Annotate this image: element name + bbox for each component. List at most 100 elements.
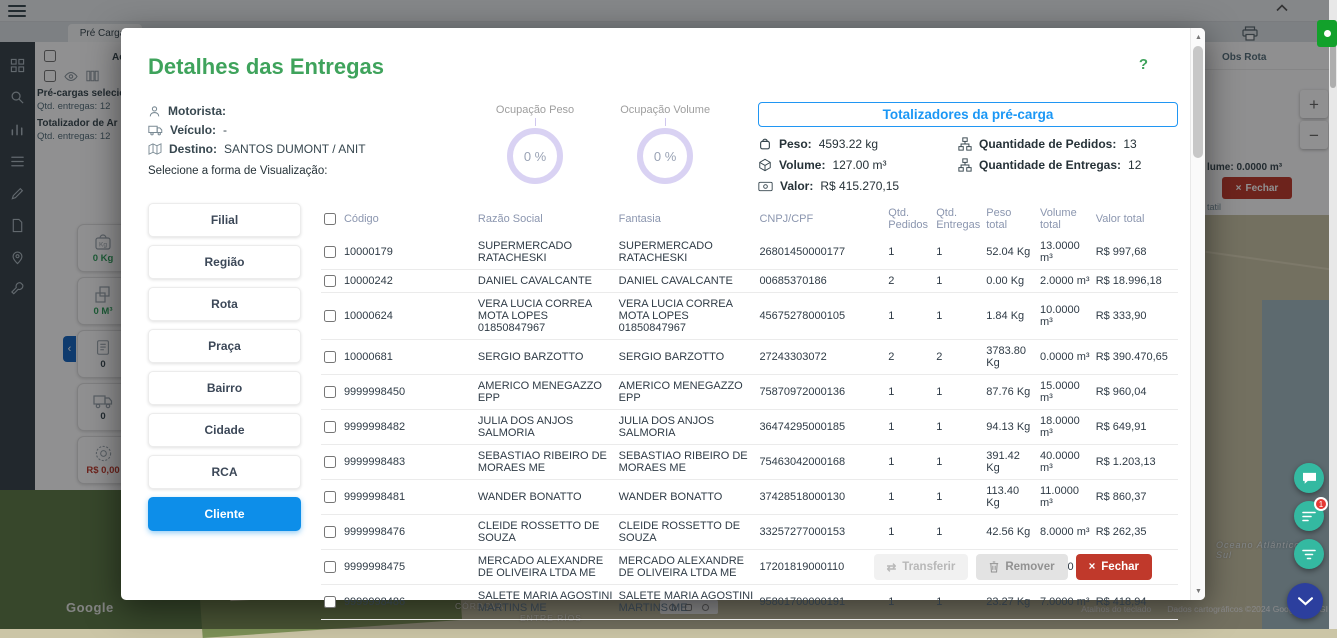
cell-razao-social: MERCADO ALEXANDRE DE OLIVEIRA LTDA ME bbox=[475, 550, 616, 585]
column-header: Volume total bbox=[1037, 203, 1093, 235]
cell-razao-social: SERGIO BARZOTTO bbox=[475, 340, 616, 375]
deliveries-count-stat: Quantidade de Entregas: 12 bbox=[958, 158, 1141, 172]
route-info: Motorista: Veículo: - Destino: SANTOS DU… bbox=[148, 94, 448, 193]
cell-cnpj-cpf: 37428518000130 bbox=[756, 480, 885, 515]
cell-fantasia: SEBASTIAO RIBEIRO DE MORAES ME bbox=[616, 445, 757, 480]
table-row[interactable]: 9999998483 SEBASTIAO RIBEIRO DE MORAES M… bbox=[321, 445, 1178, 480]
total-volume-stat: Volume: 127.00 m³ bbox=[758, 158, 958, 172]
select-all-checkbox[interactable] bbox=[324, 213, 336, 225]
cell-valor-total: R$ 1.203,13 bbox=[1093, 445, 1178, 480]
table-row[interactable]: 9999998476 CLEIDE ROSSETTO DE SOUZA CLEI… bbox=[321, 515, 1178, 550]
vehicle-label: Veículo: bbox=[170, 123, 216, 137]
gauge-ring: 0 % bbox=[637, 128, 693, 184]
cell-cnpj-cpf: 45675278000105 bbox=[756, 293, 885, 340]
cell-qtd-entregas: 1 bbox=[933, 515, 983, 550]
scroll-down-fab-button[interactable] bbox=[1287, 583, 1323, 619]
filter-fab-button[interactable] bbox=[1294, 539, 1324, 569]
view-mode-button[interactable]: Região bbox=[148, 245, 301, 279]
view-mode-button[interactable]: Praça bbox=[148, 329, 301, 363]
cell-razao-social: WANDER BONATTO bbox=[475, 480, 616, 515]
cell-razao-social: DANIEL CAVALCANTE bbox=[475, 270, 616, 293]
row-checkbox[interactable] bbox=[324, 491, 336, 503]
table-row[interactable]: 10000179 SUPERMERCADO RATACHESKI SUPERME… bbox=[321, 235, 1178, 270]
modal-title: Detalhes das Entregas bbox=[148, 54, 1178, 80]
cell-volume-total: 13.0000 m³ bbox=[1037, 235, 1093, 270]
page-scrollbar[interactable] bbox=[1329, 0, 1337, 629]
cell-fantasia: SERGIO BARZOTTO bbox=[616, 340, 757, 375]
scrollbar-thumb[interactable] bbox=[1193, 46, 1203, 158]
cell-razao-social: SALETE MARIA AGOSTINI MARTINS ME bbox=[475, 585, 616, 620]
row-checkbox[interactable] bbox=[324, 310, 336, 322]
table-row[interactable]: 9999998486 SALETE MARIA AGOSTINI MARTINS… bbox=[321, 585, 1178, 620]
scroll-up-arrow[interactable]: ▲ bbox=[1191, 30, 1206, 44]
cell-razao-social: VERA LUCIA CORREA MOTA LOPES 01850847967 bbox=[475, 293, 616, 340]
table-row[interactable]: 9999998481 WANDER BONATTO WANDER BONATTO… bbox=[321, 480, 1178, 515]
cell-volume-total: 40.0000 m³ bbox=[1037, 445, 1093, 480]
table-row[interactable]: 10000242 DANIEL CAVALCANTE DANIEL CAVALC… bbox=[321, 270, 1178, 293]
occupancy-gauge: Ocupação Peso 0 % bbox=[496, 104, 574, 193]
cell-cnpj-cpf: 33257277000153 bbox=[756, 515, 885, 550]
cell-razao-social: SUPERMERCADO RATACHESKI bbox=[475, 235, 616, 270]
cell-volume-total: 7.0000 m³ bbox=[1037, 585, 1093, 620]
cell-razao-social: SEBASTIAO RIBEIRO DE MORAES ME bbox=[475, 445, 616, 480]
occupancy-gauges: Ocupação Peso 0 % Ocupação Volume 0 % bbox=[448, 94, 758, 193]
cell-valor-total: R$ 390.470,65 bbox=[1093, 340, 1178, 375]
column-header: Valor total bbox=[1093, 203, 1178, 235]
visualization-hint: Selecione a forma de Visualização: bbox=[148, 165, 448, 177]
chat-fab-button[interactable] bbox=[1294, 463, 1324, 493]
cell-codigo: 10000681 bbox=[341, 340, 475, 375]
view-mode-button[interactable]: Cliente bbox=[148, 497, 301, 531]
table-row[interactable]: 10000681 SERGIO BARZOTTO SERGIO BARZOTTO… bbox=[321, 340, 1178, 375]
row-checkbox[interactable] bbox=[324, 526, 336, 538]
cell-fantasia: VERA LUCIA CORREA MOTA LOPES 01850847967 bbox=[616, 293, 757, 340]
cell-qtd-pedidos: 1 bbox=[885, 515, 933, 550]
view-mode-button[interactable]: Filial bbox=[148, 203, 301, 237]
total-value-stat: Valor: R$ 415.270,15 bbox=[758, 179, 958, 193]
gauge-tick bbox=[665, 118, 666, 126]
transfer-button[interactable]: ⇄ Transferir bbox=[874, 554, 969, 580]
cell-qtd-entregas: 1 bbox=[933, 445, 983, 480]
view-mode-button[interactable]: RCA bbox=[148, 455, 301, 489]
route-list-fab-button[interactable]: 1 bbox=[1294, 501, 1324, 531]
green-side-badge[interactable] bbox=[1317, 20, 1337, 47]
table-row[interactable]: 10000624 VERA LUCIA CORREA MOTA LOPES 01… bbox=[321, 293, 1178, 340]
row-checkbox[interactable] bbox=[324, 421, 336, 433]
row-checkbox[interactable] bbox=[324, 351, 336, 363]
row-checkbox[interactable] bbox=[324, 561, 336, 573]
cell-fantasia: CLEIDE ROSSETTO DE SOUZA bbox=[616, 515, 757, 550]
cell-volume-total: 11.0000 m³ bbox=[1037, 480, 1093, 515]
table-row[interactable]: 9999998450 AMERICO MENEGAZZO EPP AMERICO… bbox=[321, 375, 1178, 410]
cell-fantasia: MERCADO ALEXANDRE DE OLIVEIRA LTDA ME bbox=[616, 550, 757, 585]
cell-peso-total: 23.27 Kg bbox=[983, 585, 1037, 620]
view-mode-button[interactable]: Rota bbox=[148, 287, 301, 321]
row-checkbox[interactable] bbox=[324, 275, 336, 287]
cell-cnpj-cpf: 27243303072 bbox=[756, 340, 885, 375]
row-checkbox[interactable] bbox=[324, 596, 336, 608]
close-button[interactable]: × Fechar bbox=[1076, 554, 1152, 580]
table-row[interactable]: 9999998482 JULIA DOS ANJOS SALMORIA JULI… bbox=[321, 410, 1178, 445]
view-mode-button[interactable]: Cidade bbox=[148, 413, 301, 447]
cell-peso-total: 3783.80 Kg bbox=[983, 340, 1037, 375]
row-checkbox[interactable] bbox=[324, 456, 336, 468]
column-header: Qtd. Pedidos bbox=[885, 203, 933, 235]
row-checkbox[interactable] bbox=[324, 246, 336, 258]
cell-cnpj-cpf: 26801450000177 bbox=[756, 235, 885, 270]
cell-volume-total: 18.0000 m³ bbox=[1037, 410, 1093, 445]
view-mode-button[interactable]: Bairro bbox=[148, 371, 301, 405]
cell-fantasia: SUPERMERCADO RATACHESKI bbox=[616, 235, 757, 270]
column-header: CNPJ/CPF bbox=[756, 203, 885, 235]
modal-scrollbar[interactable]: ▲ ▼ bbox=[1190, 28, 1205, 600]
notification-badge: 1 bbox=[1314, 497, 1328, 511]
cell-valor-total: R$ 418,94 bbox=[1093, 585, 1178, 620]
remove-button[interactable]: Remover bbox=[976, 554, 1067, 580]
weight-icon bbox=[758, 137, 772, 151]
cell-volume-total: 15.0000 m³ bbox=[1037, 375, 1093, 410]
help-button[interactable]: ? bbox=[1139, 56, 1148, 73]
cell-codigo: 10000242 bbox=[341, 270, 475, 293]
cell-fantasia: AMERICO MENEGAZZO EPP bbox=[616, 375, 757, 410]
orders-count-stat: Quantidade de Pedidos: 13 bbox=[958, 137, 1141, 151]
delivery-details-modal: Detalhes das Entregas ? Motorista: Veícu… bbox=[121, 28, 1205, 600]
scroll-down-arrow[interactable]: ▼ bbox=[1191, 584, 1206, 598]
row-checkbox[interactable] bbox=[324, 386, 336, 398]
cell-valor-total: R$ 18.996,18 bbox=[1093, 270, 1178, 293]
